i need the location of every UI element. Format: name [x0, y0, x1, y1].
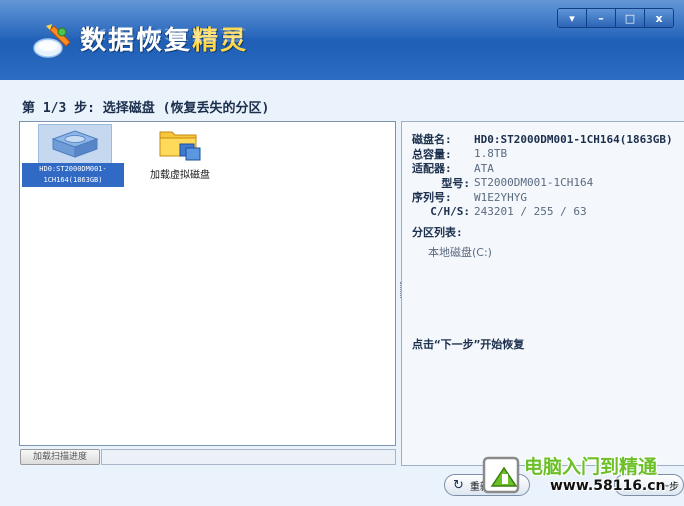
disk-info-grid: 磁盘名: HD0:ST2000DM001-1CH164(1863GB) 总容量:… [412, 132, 673, 219]
info-value: HD0:ST2000DM001-1CH164(1863GB) [474, 132, 673, 146]
step-title: 第 1/3 步: 选择磁盘 (恢复丢失的分区) [22, 101, 270, 116]
info-row-capacity: 总容量: 1.8TB [412, 147, 673, 162]
partition-item[interactable]: 本地磁盘(C:) [428, 244, 492, 260]
info-value: W1E2YHYG [474, 190, 527, 204]
minimize-button[interactable]: – [586, 9, 615, 27]
info-row-adapter: 适配器: ATA [412, 161, 673, 176]
info-row-model: 型号: ST2000DM001-1CH164 [412, 176, 673, 191]
info-key: C/H/S: [430, 205, 470, 219]
disk-icon-box [38, 124, 112, 164]
info-value: ST2000DM001-1CH164 [474, 176, 594, 190]
info-value: 243201 / 255 / 63 [474, 205, 587, 219]
scan-progress-bar [101, 449, 396, 465]
title-banner: 数据恢复精灵 数据恢复精灵 ▾ – □ x [0, 0, 684, 80]
site-watermark: 电脑入门到精通 www.58116.cn [478, 448, 684, 506]
watermark-title: 电脑入门到精通 [524, 456, 658, 478]
disk-item-hd0[interactable]: HD0:ST2000DM001-1CH164(1863GB) [22, 124, 124, 188]
next-step-hint: 点击“下一步”开始恢复 [412, 338, 525, 351]
hard-disk-icon [51, 130, 99, 158]
load-virtual-disk-label: 加载虚拟磁盘 [150, 170, 210, 181]
app-title-reflection-accent: 精灵 [192, 26, 249, 43]
close-button[interactable]: x [644, 9, 673, 27]
app-title-reflection: 数据恢复精灵 [80, 26, 248, 46]
info-row-chs: C/H/S: 243201 / 255 / 63 [412, 205, 673, 220]
load-virtual-disk-item[interactable]: 加载虚拟磁盘 [148, 124, 212, 184]
refresh-icon: ↻ [453, 477, 464, 493]
info-value: ATA [474, 161, 494, 175]
info-value: 1.8TB [474, 147, 508, 161]
app-window: 数据恢复精灵 数据恢复精灵 ▾ – □ x 第 1/3 步: 选择磁盘 (恢复丢… [0, 0, 684, 506]
disk-info-pane: 磁盘名: HD0:ST2000DM001-1CH164(1863GB) 总容量:… [401, 121, 684, 466]
disk-label: HD0:ST2000DM001-1CH164(1863GB) [22, 163, 124, 187]
load-scan-progress-button[interactable]: 加载扫描进度 [20, 449, 100, 465]
info-row-serial: 序列号: W1E2YHYG [412, 190, 673, 205]
maximize-button[interactable]: □ [615, 9, 644, 27]
app-logo-icon [33, 24, 71, 58]
info-row-disk-name: 磁盘名: HD0:ST2000DM001-1CH164(1863GB) [412, 132, 673, 147]
folder-virtual-disk-icon [159, 131, 201, 161]
info-key: 序列号: [412, 191, 452, 205]
menu-dropdown-button[interactable]: ▾ [558, 9, 586, 27]
window-controls: ▾ – □ x [557, 8, 674, 28]
partition-list-title: 分区列表: [412, 226, 463, 239]
disk-list-pane[interactable]: HD0:ST2000DM001-1CH164(1863GB) 加载虚拟磁盘 [19, 121, 396, 446]
watermark-logo-icon [482, 456, 520, 494]
watermark-url: www.58116.cn [550, 478, 666, 494]
app-title-reflection-main: 数据恢复 [80, 26, 193, 43]
